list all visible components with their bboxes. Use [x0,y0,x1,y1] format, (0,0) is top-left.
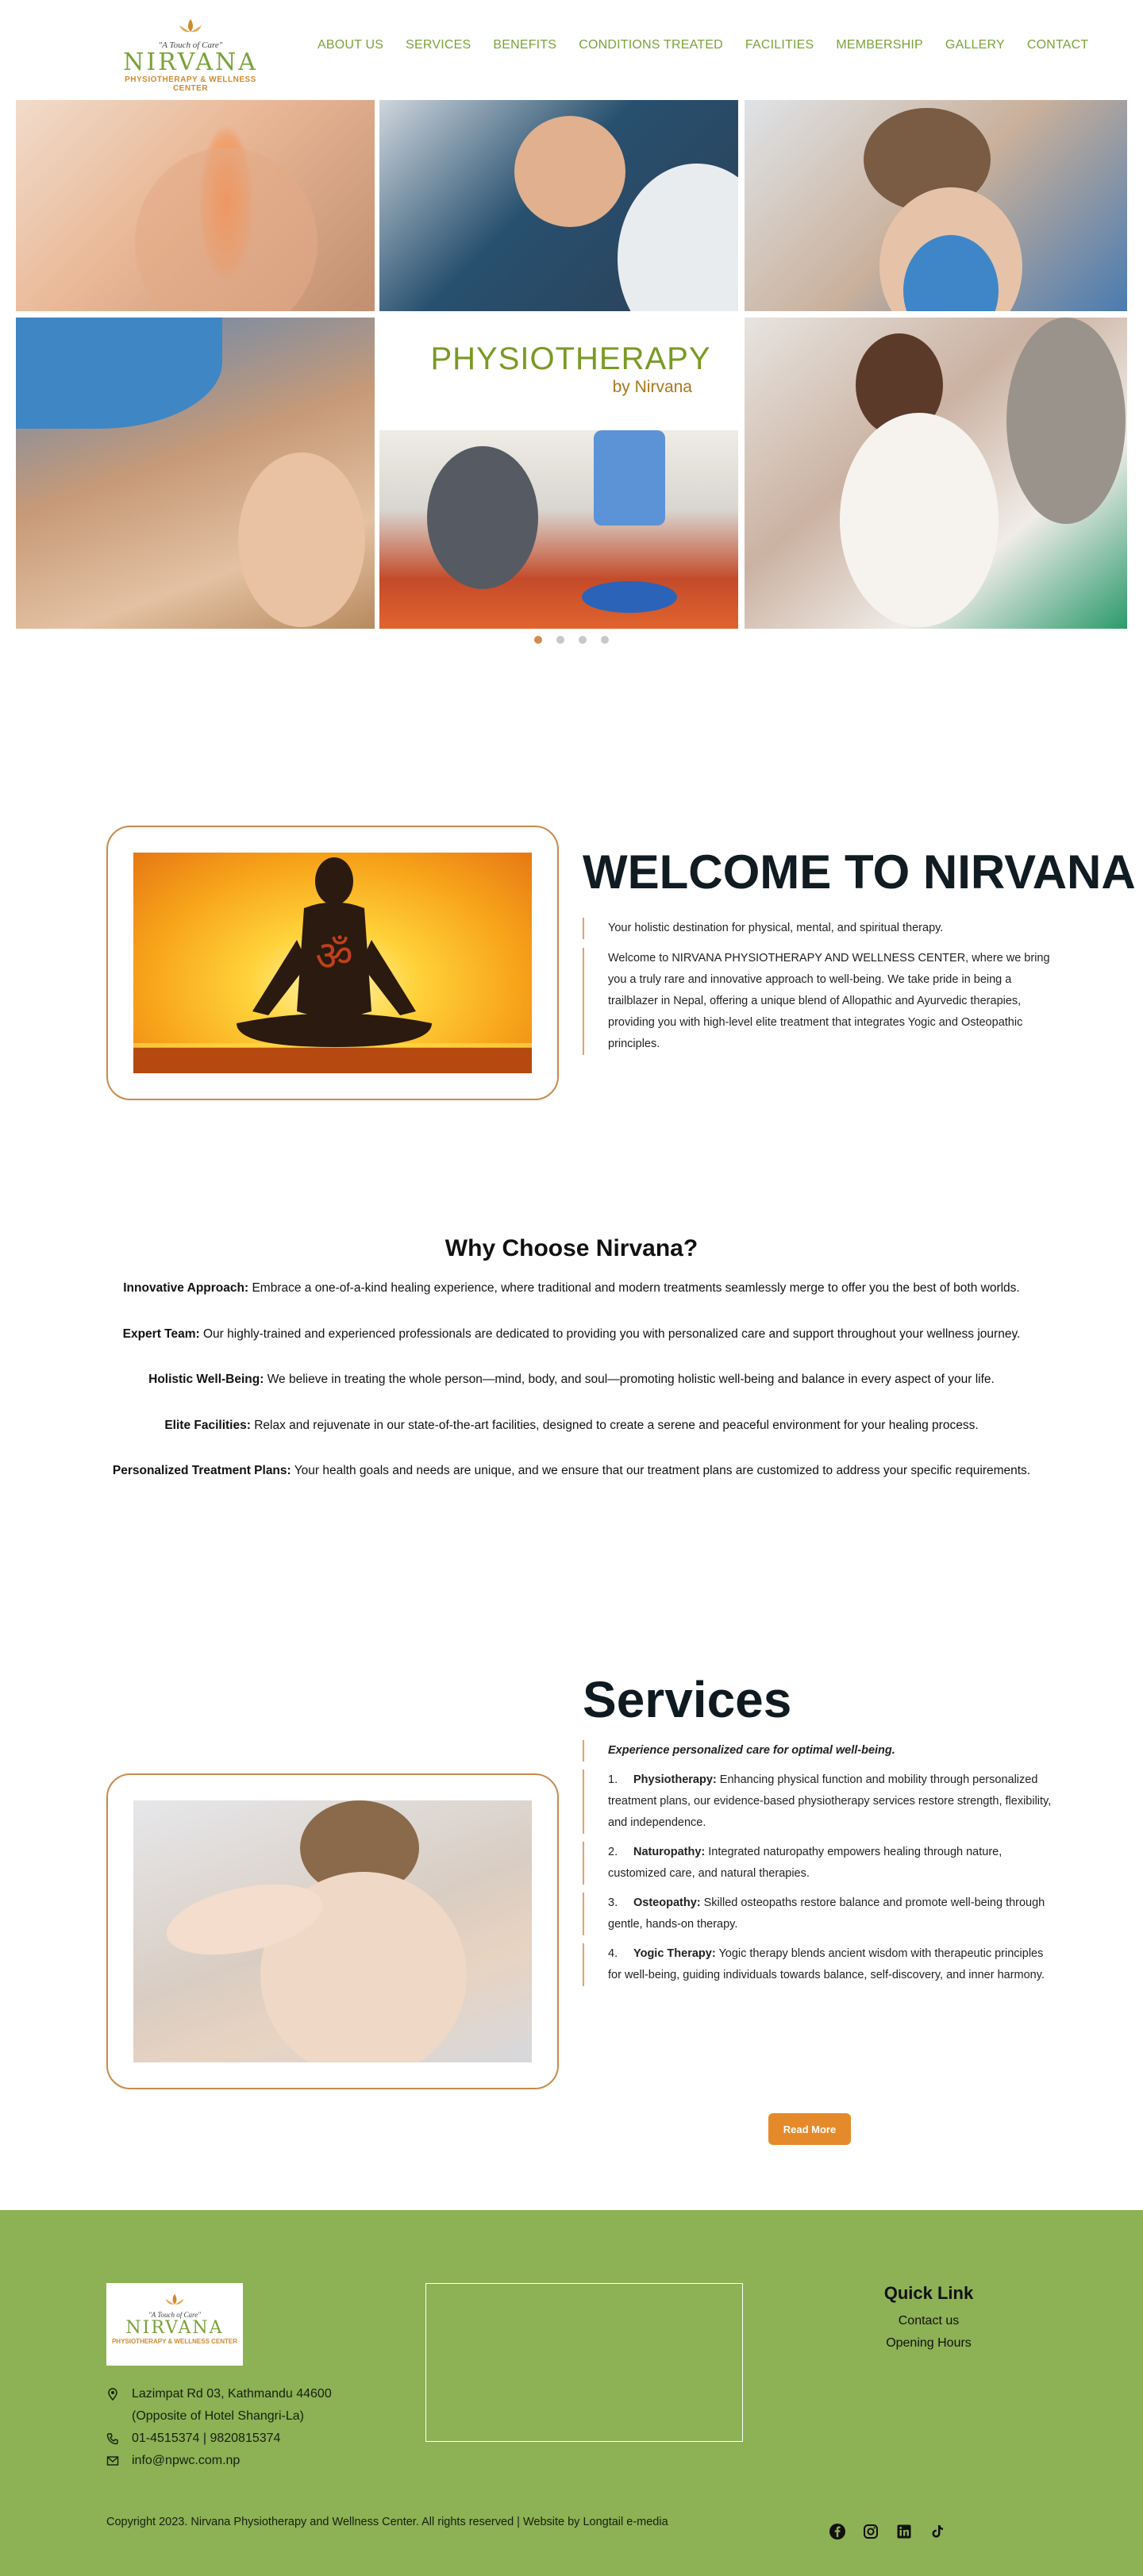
quick-links-title: Quick Link [883,2283,974,2303]
why-item-label: Elite Facilities: [164,1419,251,1432]
main-nav: ABOUT US SERVICES BENEFITS CONDITIONS TR… [318,38,1088,52]
hero-title: PHYSIOTHERAPY [430,341,711,376]
svg-text:ॐ: ॐ [315,933,352,980]
hero-slider[interactable]: PHYSIOTHERAPY by Nirvana [0,100,1143,648]
nav-conditions-treated[interactable]: CONDITIONS TREATED [579,38,723,52]
why-item-label: Holistic Well-Being: [148,1373,264,1386]
welcome-image-frame: ॐ [106,826,559,1100]
why-item: Personalized Treatment Plans: Your healt… [0,1464,1143,1478]
welcome-body: Welcome to NIRVANA PHYSIOTHERAPY AND WEL… [583,948,1059,1055]
nav-contact[interactable]: CONTACT [1027,38,1089,52]
social-links [829,2523,946,2540]
service-label: Yogic Therapy: [633,1947,716,1960]
hero-image-neck [745,100,1127,311]
hero-image-shoulder [379,100,738,311]
footer-logo-name: NIRVANA [125,2318,224,2338]
site-header: "A Touch of Care" NIRVANA PHYSIOTHERAPY … [0,0,1143,100]
site-logo[interactable]: "A Touch of Care" NIRVANA PHYSIOTHERAPY … [114,17,267,93]
massage-image [133,1800,532,2062]
service-number: 3. [608,1896,618,1909]
footer-phone[interactable]: 01-4515374 | 9820815374 [106,2428,408,2450]
why-item: Elite Facilities: Relax and rejuvenate i… [0,1419,1143,1433]
services-title: Services [583,1671,792,1728]
lotus-logo-icon [179,19,202,33]
meditation-image: ॐ [133,853,532,1073]
hero-subtitle: by Nirvana [612,378,692,396]
slider-dots [0,636,1143,644]
service-label: Osteopathy: [633,1896,701,1909]
meditation-silhouette-icon: ॐ [133,857,532,1073]
welcome-lead: Your holistic destination for physical, … [583,918,1059,939]
service-number: 1. [608,1773,618,1786]
slider-dot-3[interactable] [579,636,587,644]
why-item-text: Our highly-trained and experienced profe… [199,1327,1021,1341]
facebook-icon[interactable] [829,2523,846,2540]
lotus-logo-icon [165,2293,184,2305]
hero-balance-photo [379,430,738,629]
footer-email[interactable]: info@npwc.com.np [106,2450,408,2472]
why-item-label: Personalized Treatment Plans: [112,1464,291,1477]
footer-logo[interactable]: "A Touch of Care" NIRVANA PHYSIOTHERAPY … [106,2283,243,2366]
phone-icon [106,2433,118,2445]
services-tagline: Experience personalized care for optimal… [583,1740,1059,1762]
location-pin-icon [108,2388,117,2401]
logo-subtitle: PHYSIOTHERAPY & WELLNESS CENTER [125,75,256,93]
service-item: 1. Physiotherapy: Enhancing physical func… [583,1769,1059,1834]
instagram-icon[interactable] [862,2523,879,2540]
site-footer: "A Touch of Care" NIRVANA PHYSIOTHERAPY … [0,2210,1143,2576]
service-label: Naturopathy: [633,1846,706,1858]
hero-image-spine [16,100,375,311]
nav-membership[interactable]: MEMBERSHIP [836,38,923,52]
email-address: info@npwc.com.np [132,2454,241,2467]
nav-gallery[interactable]: GALLERY [945,38,1005,52]
read-more-button[interactable]: Read More [768,2113,851,2145]
footer-logo-subtitle: PHYSIOTHERAPY & WELLNESS CENTER [111,2338,238,2345]
phone-number: 01-4515374 | 9820815374 [132,2432,281,2445]
nav-benefits[interactable]: BENEFITS [493,38,556,52]
why-item-label: Innovative Approach: [123,1281,249,1295]
welcome-title: WELCOME TO NIRVANA [583,845,1136,899]
hero-image-physiotherapy-banner: PHYSIOTHERAPY by Nirvana [379,318,738,629]
services-list: Experience personalized care for optimal… [583,1740,1059,1994]
envelope-icon [106,2456,119,2466]
why-item: Expert Team: Our highly-trained and expe… [0,1327,1143,1342]
hero-image-band-exercise [16,318,375,629]
service-item: 4. Yogic Therapy: Yogic therapy blends an… [583,1943,1059,1986]
quick-links: Quick Link Contact us Opening Hours [857,2283,1000,2355]
hero-image-resistance-band [745,318,1127,629]
why-item-text: Embrace a one-of-a-kind healing experien… [248,1281,1020,1295]
services-section: Services Experience personalized care fo… [0,1670,1143,2210]
nav-about-us[interactable]: ABOUT US [318,38,383,52]
why-item-text: Relax and rejuvenate in our state-of-the… [250,1419,979,1432]
slider-dot-2[interactable] [556,636,564,644]
address-line-1: Lazimpat Rd 03, Kathmandu 44600 [132,2387,332,2401]
service-item: 2. Naturopathy: Integrated naturopathy em… [583,1842,1059,1885]
why-item: Innovative Approach: Embrace a one-of-a-… [0,1281,1143,1296]
slider-dot-1[interactable] [534,636,542,644]
why-item-text: Your health goals and needs are unique, … [291,1464,1031,1477]
linkedin-icon[interactable] [895,2523,913,2540]
nav-services[interactable]: SERVICES [406,38,471,52]
why-item: Holistic Well-Being: We believe in treat… [0,1373,1143,1387]
service-label: Physiotherapy: [633,1773,717,1786]
tiktok-icon[interactable] [929,2523,946,2540]
why-title: Why Choose Nirvana? [444,1235,698,1261]
why-choose-section: Why Choose Nirvana? Innovative Approach:… [0,1235,1143,1670]
footer-address: Lazimpat Rd 03, Kathmandu 44600 (Opposit… [106,2383,408,2428]
logo-name: NIRVANA [123,48,258,76]
why-item-label: Expert Team: [122,1327,200,1341]
quick-link-opening-hours[interactable]: Opening Hours [857,2332,1000,2355]
slider-dot-4[interactable] [601,636,609,644]
map-embed[interactable] [425,2283,743,2442]
address-line-2: (Opposite of Hotel Shangri-La) [132,2409,304,2423]
nav-facilities[interactable]: FACILITIES [745,38,814,52]
service-number: 4. [608,1947,618,1960]
copyright-text: Copyright 2023. Nirvana Physiotherapy an… [106,2516,668,2528]
why-item-text: We believe in treating the whole person—… [264,1373,995,1386]
service-item: 3. Osteopathy: Skilled osteopaths restore… [583,1893,1059,1935]
services-image-frame [106,1773,559,2089]
quick-link-contact-us[interactable]: Contact us [857,2310,1000,2332]
service-number: 2. [608,1846,618,1858]
welcome-section: ॐ WELCOME TO NIRVANA Your holistic desti… [0,648,1143,1235]
